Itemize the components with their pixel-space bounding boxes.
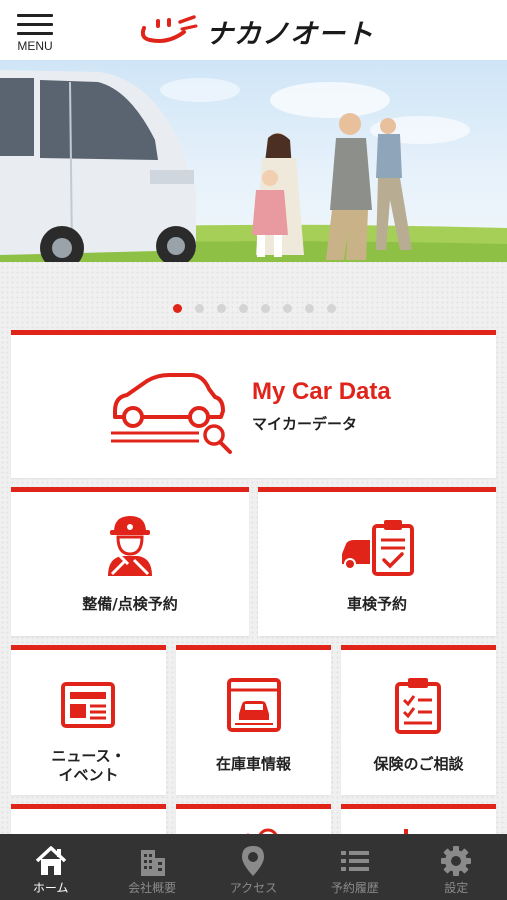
smile-logo-icon (140, 15, 198, 43)
mechanic-icon (108, 516, 152, 576)
tab-home-label: ホーム (32, 881, 69, 895)
home-icon (35, 846, 66, 875)
carousel-dot[interactable] (283, 304, 292, 313)
tab-access-label: アクセス (229, 881, 278, 895)
garage-car-icon (227, 678, 281, 732)
insurance-consultation-card[interactable]: 保険のご相談 (341, 645, 496, 795)
inspection-reservation-label: 車検予約 (346, 595, 407, 613)
hero-banner[interactable] (0, 60, 507, 262)
menu-button[interactable]: MENU (14, 12, 56, 54)
inspection-reservation-card[interactable]: 車検予約 (258, 487, 496, 636)
clipboard-checklist-icon (395, 678, 441, 734)
car-search-icon (111, 373, 232, 454)
hamburger-icon-bar (17, 23, 53, 26)
brand-name: ナカノオート (206, 18, 374, 50)
stock-vehicles-label: 在庫車情報 (215, 755, 291, 773)
news-events-label-line1: ニュース・ (51, 747, 126, 765)
carousel-dot[interactable] (195, 304, 204, 313)
tab-settings[interactable]: 設定 (406, 834, 507, 900)
bottom-tab-bar: ホーム 会社概要 アクセス 予約履歴 設定 (0, 834, 507, 900)
news-events-card[interactable]: ニュース・ イベント (11, 645, 166, 795)
insurance-consultation-label: 保険のご相談 (373, 755, 464, 773)
carousel-dot[interactable] (261, 304, 270, 313)
tab-home[interactable]: ホーム (0, 834, 101, 900)
hamburger-icon (17, 14, 53, 17)
car-inspection-icon (342, 520, 414, 576)
tab-access[interactable]: アクセス (203, 834, 304, 900)
carousel-dot[interactable] (327, 304, 336, 313)
app-header: MENU ナカノオート (0, 0, 507, 60)
maintenance-reservation-label: 整備/点検予約 (82, 595, 178, 613)
brand-logo[interactable]: ナカノオート (138, 14, 374, 50)
tab-reservation-history[interactable]: 予約履歴 (304, 834, 405, 900)
tab-company[interactable]: 会社概要 (101, 834, 202, 900)
carousel-dot[interactable] (173, 304, 182, 313)
menu-label: MENU (17, 39, 53, 53)
gear-icon (441, 846, 472, 876)
stock-vehicles-card[interactable]: 在庫車情報 (176, 645, 331, 795)
newspaper-icon (61, 682, 115, 728)
my-car-data-card[interactable]: My Car Data マイカーデータ (11, 330, 496, 478)
news-events-label-line2: イベント (58, 766, 119, 784)
map-pin-icon (242, 846, 265, 876)
maintenance-reservation-card[interactable]: 整備/点検予約 (11, 487, 249, 636)
building-icon (141, 850, 166, 876)
carousel-dot[interactable] (239, 304, 248, 313)
hamburger-icon-bar (17, 32, 53, 35)
carousel-indicator (173, 304, 349, 314)
carousel-dot[interactable] (217, 304, 226, 313)
list-icon (340, 851, 369, 871)
tab-company-label: 会社概要 (128, 881, 177, 895)
my-car-data-subtitle: マイカーデータ (252, 415, 358, 433)
tab-settings-label: 設定 (444, 881, 469, 895)
tab-reservation-history-label: 予約履歴 (330, 881, 379, 895)
family-car-photo (0, 70, 507, 262)
my-car-data-title: My Car Data (252, 378, 391, 405)
carousel-dot[interactable] (305, 304, 314, 313)
